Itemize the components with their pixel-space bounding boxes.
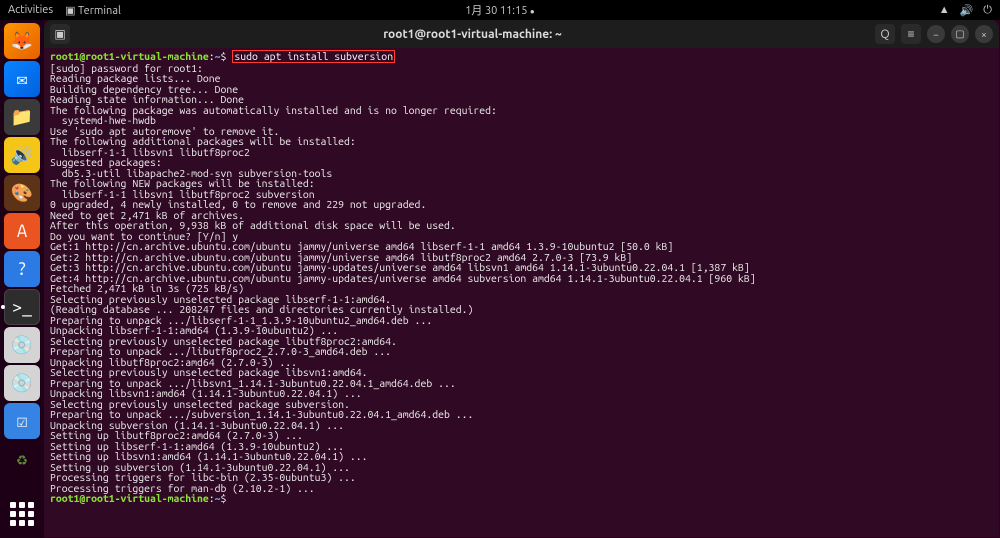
terminal-window: ▣ root1@root1-virtual-machine: ~ Q ≡ − ▢… bbox=[44, 20, 999, 537]
dock-software[interactable]: A bbox=[4, 213, 40, 249]
dock-gimp[interactable]: 🎨 bbox=[4, 175, 40, 211]
terminal-output-line: Fetched 2,471 kB in 3s (725 kB/s) bbox=[50, 283, 993, 294]
terminal-output-line: Suggested packages: bbox=[50, 157, 993, 168]
terminal-output-line: libserf-1-1 libsvn1 libutf8proc2 bbox=[50, 147, 993, 158]
minimize-button[interactable]: − bbox=[927, 25, 945, 43]
terminal-output-line: Unpacking libserf-1-1:amd64 (1.3.9-10ubu… bbox=[50, 325, 993, 336]
terminal-output-line: Reading package lists... Done bbox=[50, 73, 993, 84]
highlighted-command: sudo apt install subversion bbox=[232, 50, 395, 63]
terminal-output-line: Setting up libutf8proc2:amd64 (2.7.0-3) … bbox=[50, 430, 993, 441]
terminal-output-line: Processing triggers for libc-bin (2.35-0… bbox=[50, 472, 993, 483]
terminal-output-line: Get:3 http://cn.archive.ubuntu.com/ubunt… bbox=[50, 262, 993, 273]
dock-firefox[interactable]: 🦊 bbox=[4, 23, 40, 59]
dock-thunderbird[interactable]: ✉ bbox=[4, 61, 40, 97]
terminal-output-line: (Reading database ... 208247 files and d… bbox=[50, 304, 993, 315]
window-title: root1@root1-virtual-machine: ~ bbox=[70, 28, 875, 41]
volume-icon[interactable]: 🔊 bbox=[960, 4, 974, 17]
terminal-output-line: Unpacking libsvn1:amd64 (1.14.1-3ubuntu0… bbox=[50, 388, 993, 399]
terminal-output-line: Get:1 http://cn.archive.ubuntu.com/ubunt… bbox=[50, 241, 993, 252]
network-icon[interactable]: ▲ bbox=[939, 4, 950, 16]
terminal-output-line: Reading state information... Done bbox=[50, 94, 993, 105]
terminal-output-line: The following NEW packages will be insta… bbox=[50, 178, 993, 189]
maximize-button[interactable]: ▢ bbox=[951, 25, 969, 43]
dock: 🦊 ✉ 📁 🔊 🎨 A ? >_ 💿 💿 ☑ ♻ bbox=[0, 20, 44, 538]
app-menu[interactable]: ▣ Terminal bbox=[65, 4, 121, 17]
dock-rhythmbox[interactable]: 🔊 bbox=[4, 137, 40, 173]
dock-disk-2[interactable]: 💿 bbox=[4, 365, 40, 401]
terminal-output-line: systemd-hwe-hwdb bbox=[50, 115, 993, 126]
show-applications-button[interactable] bbox=[4, 496, 40, 532]
search-button[interactable]: Q bbox=[875, 24, 895, 44]
terminal-output-line: Selecting previously unselected package … bbox=[50, 367, 993, 378]
dock-terminal[interactable]: >_ bbox=[4, 289, 40, 325]
dock-disk-1[interactable]: 💿 bbox=[4, 327, 40, 363]
power-icon[interactable]: ⏻ bbox=[983, 4, 992, 17]
close-button[interactable]: × bbox=[975, 25, 993, 43]
terminal-output-line: 0 upgraded, 4 newly installed, 0 to remo… bbox=[50, 199, 993, 210]
terminal-output-line: After this operation, 9,938 kB of additi… bbox=[50, 220, 993, 231]
terminal-output-line: Setting up libsvn1:amd64 (1.14.1-3ubuntu… bbox=[50, 451, 993, 462]
terminal-output-line: Preparing to unpack .../libutf8proc2_2.7… bbox=[50, 346, 993, 357]
terminal-output-line: The following additional packages will b… bbox=[50, 136, 993, 147]
activities-button[interactable]: Activities bbox=[8, 4, 53, 16]
new-tab-button[interactable]: ▣ bbox=[50, 24, 70, 44]
menu-button[interactable]: ≡ bbox=[901, 24, 921, 44]
dock-help[interactable]: ? bbox=[4, 251, 40, 287]
dock-files[interactable]: 📁 bbox=[4, 99, 40, 135]
titlebar[interactable]: ▣ root1@root1-virtual-machine: ~ Q ≡ − ▢… bbox=[44, 20, 999, 48]
terminal-output-line: The following package was automatically … bbox=[50, 105, 993, 116]
terminal-content[interactable]: root1@root1-virtual-machine:~$ sudo apt … bbox=[44, 48, 999, 537]
dock-todo[interactable]: ☑ bbox=[4, 403, 40, 439]
terminal-output-line: Preparing to unpack .../subversion_1.14.… bbox=[50, 409, 993, 420]
top-bar: Activities ▣ Terminal 1月 30 11:15 ● ▲ 🔊 … bbox=[0, 0, 1000, 20]
clock[interactable]: 1月 30 11:15 ● bbox=[465, 2, 535, 18]
dock-trash[interactable]: ♻ bbox=[4, 441, 40, 477]
